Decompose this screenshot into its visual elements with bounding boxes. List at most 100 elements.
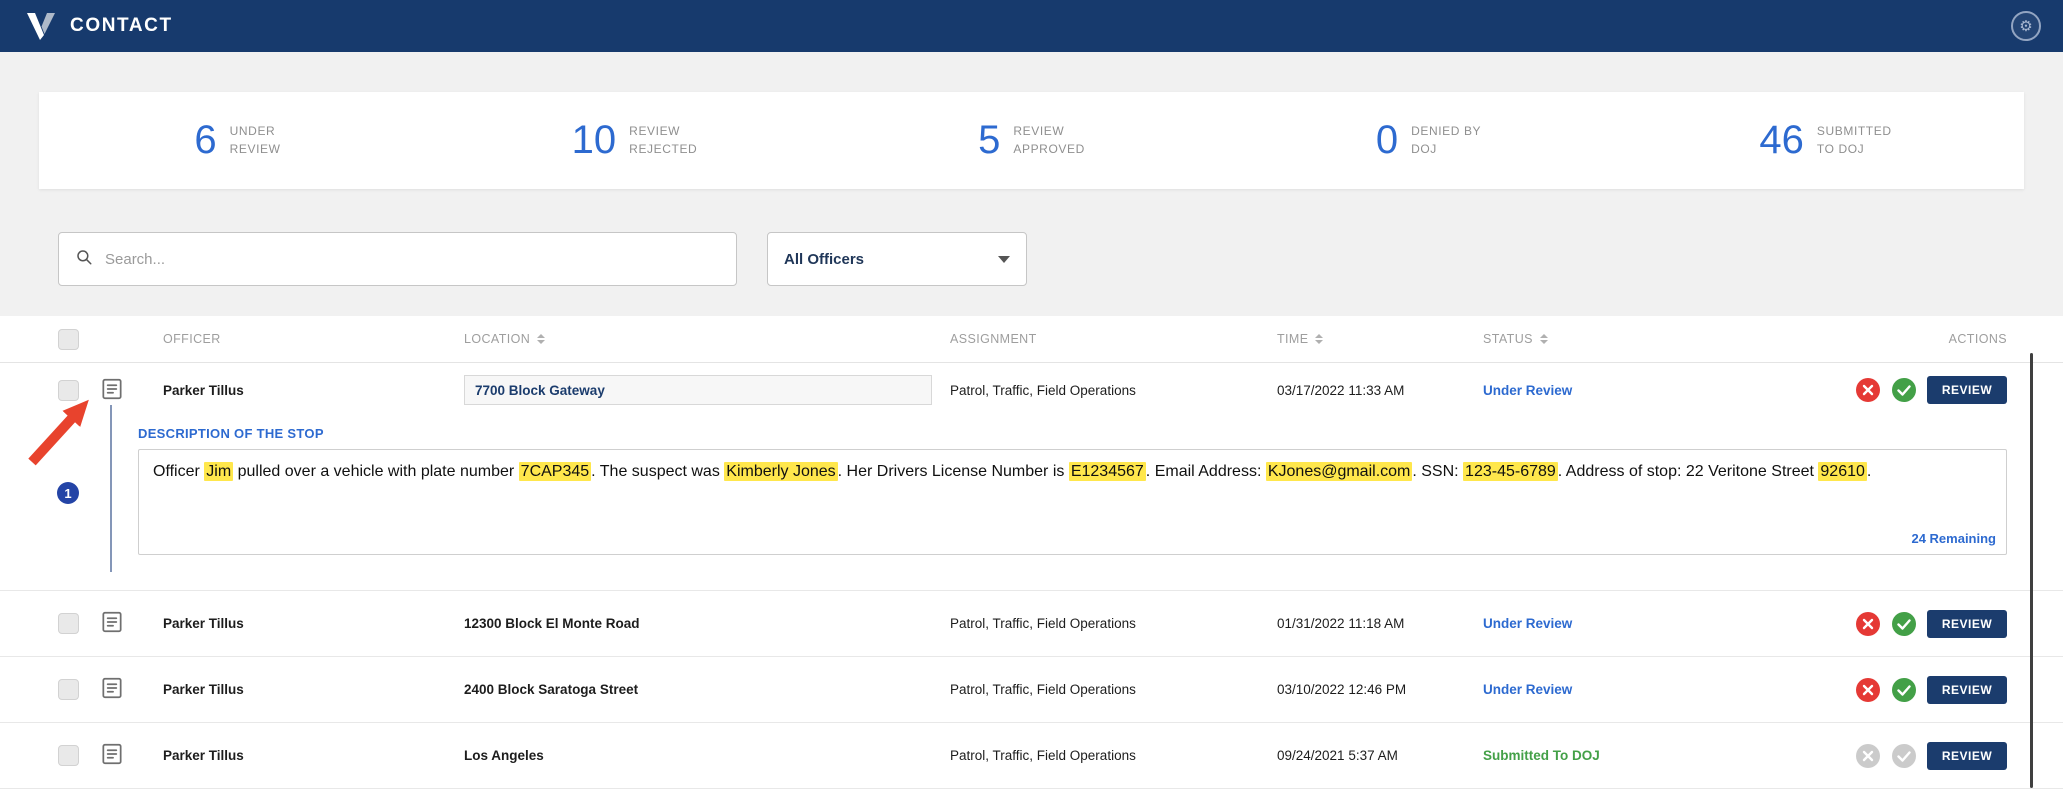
approve-icon[interactable] [1891,677,1917,703]
row-checkbox[interactable] [58,679,79,700]
officer-name: Parker Tillus [163,682,244,697]
table-row: Parker Tillus Los Angeles Patrol, Traffi… [0,723,2063,789]
stat-label: REVIEW APPROVED [1013,124,1085,156]
document-icon[interactable] [99,609,125,635]
stat-value: 46 [1759,118,1804,162]
search-icon [75,248,93,271]
location-cell: 7700 Block Gateway [464,375,950,405]
assignment-cell: Patrol, Traffic, Field Operations [950,382,1136,398]
sort-arrows-icon [1539,334,1548,344]
app-title: CONTACT [70,15,173,36]
stat-value: 0 [1375,118,1399,162]
veritone-logo [24,11,58,41]
table-body: Parker Tillus 7700 Block Gateway Patrol,… [0,363,2063,789]
description-label: DESCRIPTION OF THE STOP [138,426,324,441]
stat-value: 5 [978,118,1001,162]
column-header-label: ASSIGNMENT [950,332,1037,346]
assignment-cell: Patrol, Traffic, Field Operations [950,682,1136,697]
description-textarea[interactable]: Officer Jim pulled over a vehicle with p… [138,449,2007,555]
stat-label: UNDER REVIEW [229,124,281,156]
status-badge: Under Review [1483,682,1573,697]
stops-table: OFFICER LOCATION ASSIGNMENT TIME STATUS … [0,316,2063,790]
assignment-cell: Patrol, Traffic, Field Operations [950,748,1136,763]
reject-icon[interactable] [1855,743,1881,769]
column-header-label: OFFICER [163,332,221,346]
stat-item: 5 REVIEW APPROVED [833,118,1230,163]
gear-icon[interactable]: ⚙ [2011,11,2041,41]
officer-name: Parker Tillus [163,382,244,398]
sort-arrows-icon [1315,334,1324,344]
sort-arrows-icon [537,334,546,344]
column-header-actions: ACTIONS [1794,332,2007,346]
stat-label: SUBMITTED TO DOJ [1816,124,1892,156]
row-checkbox[interactable] [58,613,79,634]
time-cell: 01/31/2022 11:18 AM [1277,616,1405,631]
select-all-checkbox[interactable] [58,328,79,350]
row-checkbox[interactable] [58,379,79,401]
table-row: Parker Tillus 7700 Block Gateway Patrol,… [0,363,2063,417]
review-button[interactable]: REVIEW [1927,741,2007,770]
remaining-count: 24 Remaining [1911,531,1996,546]
reject-icon[interactable] [1855,377,1881,403]
location-cell: Los Angeles [464,748,544,763]
location-cell: 12300 Block El Monte Road [464,616,640,631]
column-header-status[interactable]: STATUS [1483,332,1794,346]
stat-label: REVIEW REJECTED [629,124,698,156]
chevron-down-icon [998,255,1010,263]
stat-value: 6 [194,118,217,162]
review-button[interactable]: REVIEW [1927,609,2007,638]
review-button[interactable]: REVIEW [1927,376,2007,404]
officer-name: Parker Tillus [163,748,244,763]
search-input[interactable] [105,250,720,268]
filter-bar: All Officers [58,232,2063,286]
stat-item: 0 DENIED BY DOJ [1230,118,1627,163]
officer-filter-value: All Officers [784,250,865,268]
column-header-location[interactable]: LOCATION [464,332,950,346]
stat-item: 6 UNDER REVIEW [39,118,436,163]
column-header-time[interactable]: TIME [1277,332,1483,346]
top-navigation-bar: CONTACT ⚙ [0,0,2063,52]
stat-label: DENIED BY DOJ [1411,124,1482,156]
description-text: Officer Jim pulled over a vehicle with p… [153,462,1872,481]
approve-icon[interactable] [1891,611,1917,637]
status-badge: Submitted To DOJ [1483,748,1600,763]
stats-card: 6 UNDER REVIEW 10 REVIEW REJECTED 5 REVIEW… [39,92,2024,189]
column-header-assignment: ASSIGNMENT [950,332,1277,346]
status-badge: Under Review [1483,382,1573,398]
officer-filter-dropdown[interactable]: All Officers [767,232,1027,286]
location-cell: 2400 Block Saratoga Street [464,682,639,697]
expansion-indicator-line [110,405,112,572]
officer-name: Parker Tillus [163,616,244,631]
column-header-label: STATUS [1483,332,1533,346]
search-box[interactable] [58,232,737,286]
time-cell: 09/24/2021 5:37 AM [1277,748,1398,763]
approve-icon[interactable] [1891,743,1917,769]
document-icon[interactable] [99,741,125,767]
assignment-cell: Patrol, Traffic, Field Operations [950,616,1136,631]
row-checkbox[interactable] [58,745,79,766]
document-icon[interactable] [99,675,125,701]
annotation-step-badge: 1 [57,482,79,504]
reject-icon[interactable] [1855,677,1881,703]
column-header-label: ACTIONS [1948,332,2007,346]
column-header-officer: OFFICER [163,332,464,346]
reject-icon[interactable] [1855,611,1881,637]
time-cell: 03/17/2022 11:33 AM [1277,382,1405,398]
vertical-scrollbar[interactable] [2030,353,2033,788]
location-input[interactable]: 7700 Block Gateway [464,375,932,405]
status-badge: Under Review [1483,616,1573,631]
review-button[interactable]: REVIEW [1927,675,2007,704]
column-header-label: TIME [1277,332,1309,346]
table-row: Parker Tillus 12300 Block El Monte Road … [0,591,2063,657]
expanded-row-group: Parker Tillus 7700 Block Gateway Patrol,… [0,363,2063,591]
approve-icon[interactable] [1891,377,1917,403]
table-row: Parker Tillus 2400 Block Saratoga Street… [0,657,2063,723]
expanded-description-panel: DESCRIPTION OF THE STOP Officer Jim pull… [0,417,2063,590]
stat-value: 10 [571,118,617,162]
table-header-row: OFFICER LOCATION ASSIGNMENT TIME STATUS … [0,316,2063,363]
document-icon[interactable] [99,376,125,402]
column-header-label: LOCATION [464,332,531,346]
time-cell: 03/10/2022 12:46 PM [1277,682,1407,697]
stat-item: 46 SUBMITTED TO DOJ [1627,118,2024,163]
stat-item: 10 REVIEW REJECTED [436,118,833,163]
